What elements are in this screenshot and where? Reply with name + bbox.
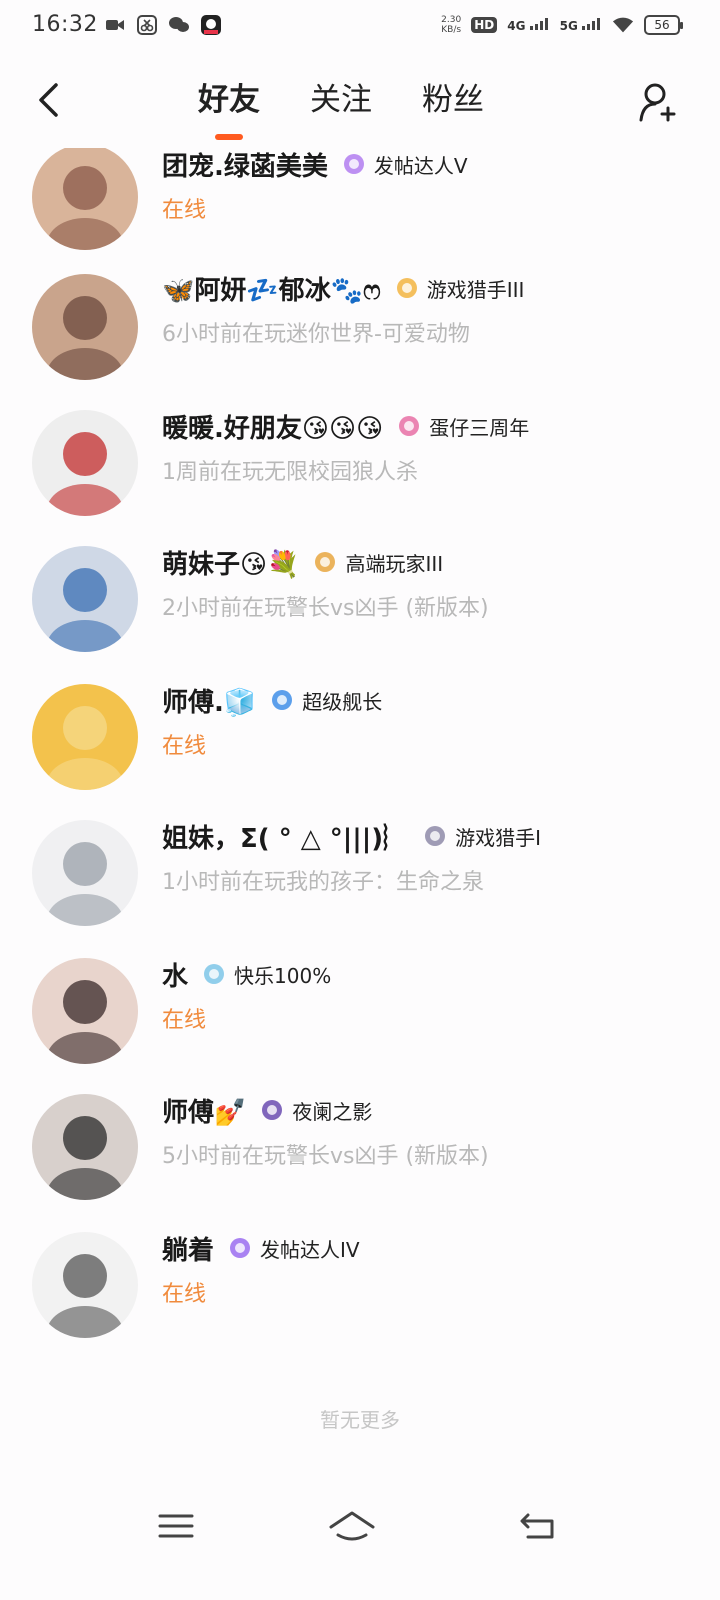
friend-list-item[interactable]: 团宠.绿菡美美 发帖达人V 在线: [0, 148, 720, 268]
friend-name: 姐妹，Σ( ° △ °|||)︴: [162, 823, 410, 854]
badge-label: 快乐100%: [234, 963, 332, 988]
avatar[interactable]: [32, 1232, 138, 1338]
friend-name: 水: [162, 961, 189, 992]
battery-indicator: 56: [644, 15, 683, 35]
online-status: 在线: [162, 1282, 207, 1307]
tab-followers[interactable]: 粉丝: [420, 78, 486, 126]
badge-label: 夜阑之影: [292, 1099, 373, 1124]
friend-list-item[interactable]: 暖暖.好朋友😘😘😘 蛋仔三周年 1周前在玩无限校园狼人杀: [0, 406, 720, 530]
signal-sim1: 4G: [507, 17, 549, 33]
badge-label: 蛋仔三周年: [429, 415, 530, 440]
add-friend-button[interactable]: [636, 80, 680, 124]
system-nav-bar: [0, 1490, 720, 1570]
badge-icon: [270, 688, 294, 712]
online-status: 在线: [162, 1008, 207, 1033]
avatar[interactable]: [32, 1094, 138, 1200]
online-status: 在线: [162, 734, 207, 759]
signal-sim2: 5G: [560, 17, 602, 33]
friend-name: 暖暖.好朋友😘😘😘: [162, 413, 384, 444]
back-nav-button[interactable]: [514, 1502, 562, 1550]
top-header: 好友 关注 粉丝: [0, 64, 720, 144]
avatar[interactable]: [32, 274, 138, 380]
app-notification-icon: [200, 14, 222, 36]
avatar[interactable]: [32, 546, 138, 652]
friend-name: 师傅💅: [162, 1097, 247, 1128]
return-icon: [520, 1513, 554, 1539]
name-line: 躺着 发帖达人IV: [162, 1230, 360, 1266]
name-line: 暖暖.好朋友😘😘😘 蛋仔三周年: [162, 408, 529, 444]
add-user-icon: [639, 83, 676, 122]
avatar[interactable]: [32, 684, 138, 790]
network-speed: 2.30 KB/s: [441, 15, 462, 35]
name-line: 师傅.🧊 超级舰长: [162, 682, 382, 718]
video-camera-icon: [104, 14, 126, 36]
badge-icon: [313, 550, 337, 574]
last-played-status: 1周前在玩无限校园狼人杀: [162, 460, 418, 485]
tab-bar: 好友 关注 粉丝: [196, 78, 486, 140]
scissors-app-icon: [136, 14, 158, 36]
badge-icon: [423, 824, 447, 848]
name-line: 师傅💅 夜阑之影: [162, 1092, 372, 1128]
avatar[interactable]: [32, 410, 138, 516]
badge-label: 发帖达人V: [373, 153, 468, 178]
name-line: 姐妹，Σ( ° △ °|||)︴ 游戏猎手I: [162, 818, 541, 854]
last-played-status: 1小时前在玩我的孩子：生命之泉: [162, 870, 484, 895]
name-line: 萌妹子😘💐 高端玩家III: [162, 544, 443, 580]
status-time: 16:32: [32, 12, 98, 37]
online-status: 在线: [162, 198, 207, 223]
friend-list-item[interactable]: 🦋阿妍💤郁冰🐾ෆ 游戏猎手III 6小时前在玩迷你世界-可爱动物: [0, 268, 720, 392]
chevron-left-icon: [39, 83, 58, 117]
friend-list-item[interactable]: 萌妹子😘💐 高端玩家III 2小时前在玩警长vs凶手 (新版本): [0, 542, 720, 666]
badge-icon: [228, 1236, 252, 1260]
badge-icon: [260, 1098, 284, 1122]
friend-name: 🦋阿妍💤郁冰🐾ෆ: [162, 275, 381, 306]
last-played-status: 2小时前在玩警长vs凶手 (新版本): [162, 596, 489, 621]
last-played-status: 6小时前在玩迷你世界-可爱动物: [162, 322, 470, 347]
home-button[interactable]: [328, 1502, 376, 1550]
active-tab-indicator: [215, 134, 243, 140]
friend-list-item[interactable]: 姐妹，Σ( ° △ °|||)︴ 游戏猎手I 1小时前在玩我的孩子：生命之泉: [0, 816, 720, 940]
friend-name: 团宠.绿菡美美: [162, 151, 328, 182]
badge-icon: [395, 276, 419, 300]
badge-icon: [342, 152, 366, 176]
friend-name: 萌妹子😘💐: [162, 549, 300, 580]
wifi-icon: [612, 14, 634, 36]
friend-name: 师傅.🧊: [162, 687, 257, 718]
system-indicators: 2.30 KB/s HD 4G 5G 56: [441, 14, 683, 36]
badge-label: 高端玩家III: [345, 551, 444, 576]
status-bar: 16:32 2.30 KB/s HD 4G 5G 56: [0, 0, 720, 56]
wechat-icon: [168, 14, 190, 36]
badge-label: 游戏猎手III: [426, 277, 525, 302]
menu-icon: [158, 1514, 194, 1538]
badge-label: 游戏猎手I: [455, 825, 542, 850]
last-played-status: 5小时前在玩警长vs凶手 (新版本): [162, 1144, 489, 1169]
name-line: 🦋阿妍💤郁冰🐾ෆ 游戏猎手III: [162, 270, 524, 306]
tab-following[interactable]: 关注: [308, 78, 374, 126]
friend-list-item[interactable]: 师傅💅 夜阑之影 5小时前在玩警长vs凶手 (新版本): [0, 1090, 720, 1214]
avatar[interactable]: [32, 958, 138, 1064]
avatar[interactable]: [32, 148, 138, 250]
badge-label: 发帖达人IV: [260, 1237, 360, 1262]
badge-icon: [202, 962, 226, 986]
hd-icon: HD: [471, 17, 498, 33]
friend-list-item[interactable]: 师傅.🧊 超级舰长在线: [0, 680, 720, 804]
friend-list: 团宠.绿菡美美 发帖达人V 在线 🦋阿妍💤郁冰🐾ෆ 游戏猎手III 6小时前在玩迷你世界-…: [0, 148, 720, 1398]
badge-label: 超级舰长: [302, 689, 383, 714]
menu-button[interactable]: [152, 1502, 200, 1550]
home-icon: [329, 1511, 375, 1541]
tab-friends[interactable]: 好友: [196, 78, 262, 140]
badge-icon: [397, 414, 421, 438]
back-button[interactable]: [28, 78, 68, 122]
friend-list-item[interactable]: 水 快乐100% 在线: [0, 954, 720, 1078]
friend-name: 躺着: [162, 1235, 215, 1266]
no-more-text: 暂无更多: [320, 1408, 400, 1432]
name-line: 团宠.绿菡美美 发帖达人V: [162, 148, 468, 182]
name-line: 水 快乐100%: [162, 956, 331, 992]
notification-icons: [104, 14, 222, 36]
avatar[interactable]: [32, 820, 138, 926]
friend-list-item[interactable]: 躺着 发帖达人IV 在线: [0, 1228, 720, 1352]
